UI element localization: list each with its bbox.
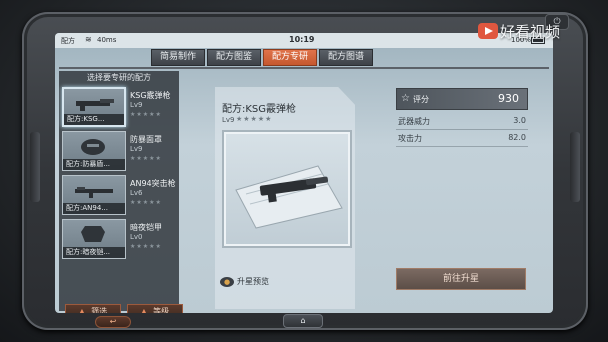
sort-level-button[interactable]: ▲ 等级 (127, 304, 183, 313)
recipe-caption: 配方:暗夜铠... (63, 247, 125, 258)
recipe-thumbnail: 配方:KSG... (62, 87, 126, 127)
shotgun-blueprint-image (235, 165, 343, 229)
recipe-image-frame (222, 130, 352, 248)
recipe-name: 暗夜铠甲 (130, 223, 162, 232)
status-ping: 40ms (97, 36, 117, 44)
stat-row: 武器威力 3.0 (396, 116, 528, 128)
recipe-caption: 配方:KSG... (64, 114, 124, 125)
home-button[interactable]: ⌂ (283, 314, 323, 328)
recipe-list-item[interactable]: 配方:防暴盾... 防暴面罩 Lv9 ★★★★★ (62, 131, 176, 171)
bottom-bar: ↩ ⌂ (55, 314, 553, 330)
recipe-thumbnail: 配方:防暴盾... (62, 131, 126, 171)
recipe-stars: ★★★★★ (130, 155, 162, 162)
armor-icon (81, 226, 105, 242)
level-label: 等级 (153, 307, 170, 313)
frame-bolt-left (30, 132, 40, 202)
recipe-stars: ★★★★★ (130, 111, 162, 118)
caret-up-icon: ▲ (140, 307, 148, 313)
recipe-list-title: 选择要专研的配方 (87, 73, 151, 82)
recipe-level: Lv6 (130, 189, 143, 197)
recipe-name: 防暴面罩 (130, 135, 162, 144)
recipe-list-item[interactable]: 配方:暗夜铠... 暗夜铠甲 Lv0 ★★★★★ (62, 219, 176, 259)
recipe-list-panel: 选择要专研的配方 配方:KSG... KSG霰弹枪 Lv9 ★★★★★ 配方:防… (59, 71, 183, 313)
back-button[interactable]: ↩ (95, 316, 131, 328)
stat-key: 攻击力 (398, 134, 422, 143)
star-icon: ☆ (401, 93, 410, 104)
rifle-icon (75, 187, 113, 198)
wifi-icon: ≋ (85, 35, 92, 44)
caret-up-icon: ▲ (78, 307, 86, 313)
recipe-name: AN94突击枪 (130, 179, 176, 188)
recipe-caption: 配方:防暴盾... (63, 159, 125, 170)
go-upgrade-button[interactable]: 前往升星 (396, 268, 526, 290)
recipe-title: 配方:KSG霰弹枪 (222, 104, 297, 115)
recipe-level: Lv9 (130, 101, 143, 109)
recipe-list-item[interactable]: 配方:AN94... AN94突击枪 Lv6 ★★★★★ (62, 175, 176, 215)
stat-row: 攻击力 82.0 (396, 133, 528, 145)
tab-recipe-atlas[interactable]: 配方图谱 (319, 49, 374, 66)
recipe-stars: ★★★★★ (130, 243, 162, 250)
tab-bar: 简易制作 配方图鉴 配方专研 配方图谱 (151, 49, 374, 67)
mask-icon (81, 139, 105, 155)
game-scene: ⏻ 配方 ≋ 40ms 10:19 100% 简易制作 配方图鉴 配方专研 配方… (0, 0, 608, 342)
recipe-level: Lv9 (130, 145, 143, 153)
recipe-caption: 配方:AN94... (63, 203, 125, 214)
filter-button[interactable]: ▲ 筛选 (65, 304, 121, 313)
frame-bolt-right (570, 132, 580, 202)
tab-recipe-catalog[interactable]: 配方图鉴 (207, 49, 262, 66)
star-preview-link[interactable]: ● 升星预览 (220, 276, 269, 287)
tabs-divider (59, 67, 549, 69)
recipe-thumbnail: 配方:AN94... (62, 175, 126, 215)
preview-label: 升星预览 (237, 277, 269, 286)
tab-simple-craft[interactable]: 简易制作 (151, 49, 206, 66)
recipe-thumbnail: 配方:暗夜铠... (62, 219, 126, 259)
tab-recipe-research[interactable]: 配方专研 (263, 49, 318, 66)
stat-value: 3.0 (513, 116, 526, 125)
recipe-level: Lv9 (222, 116, 235, 124)
watermark: 好看视频 (478, 20, 598, 44)
score-value: 930 (498, 92, 519, 105)
recipe-stars: ★★★★★ (236, 115, 273, 123)
status-carrier: 配方 (61, 37, 75, 45)
status-time: 10:19 (289, 35, 315, 44)
score-label: 评分 (413, 95, 429, 104)
recipe-stars: ★★★★★ (130, 199, 162, 206)
shotgun-icon (76, 99, 114, 111)
recipe-list-item[interactable]: 配方:KSG... KSG霰弹枪 Lv9 ★★★★★ (62, 87, 176, 127)
stat-divider (396, 146, 528, 147)
watermark-text: 好看视频 (500, 23, 561, 41)
filter-label: 筛选 (91, 307, 108, 313)
watermark-logo-icon (478, 23, 498, 39)
recipe-name: KSG霰弹枪 (130, 91, 171, 100)
recipe-level: Lv0 (130, 233, 143, 241)
score-box: ☆ 评分 930 (396, 88, 528, 110)
stat-value: 82.0 (508, 133, 526, 142)
stat-divider (396, 129, 528, 130)
eye-icon: ● (220, 276, 234, 287)
stat-key: 武器威力 (398, 117, 430, 126)
